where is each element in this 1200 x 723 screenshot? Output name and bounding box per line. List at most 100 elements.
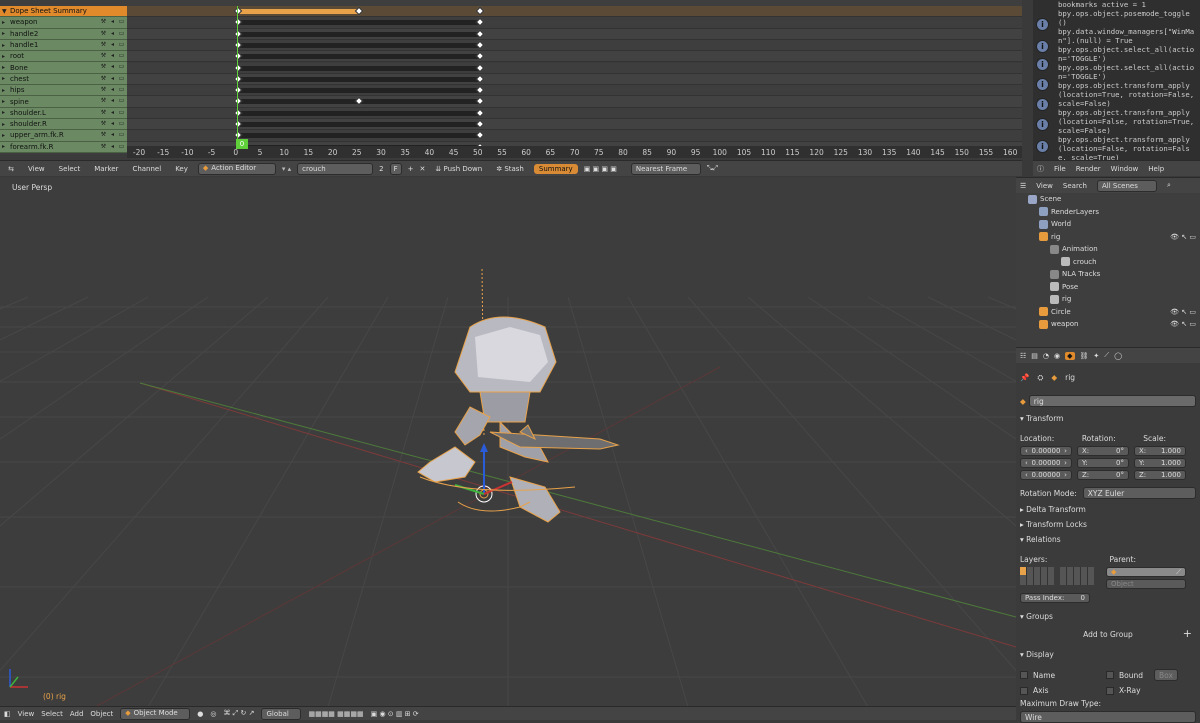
mode-dropdown[interactable]: ◆ Action Editor: [197, 162, 276, 175]
dope-sheet-editor[interactable]: ▼ Dope Sheet Summary ▸ weapon ⚒ ◂ ▭ ▸ handle2 ⚒…: [0, 0, 1022, 160]
channel-toggle-icons[interactable]: ⚒ ◂ ▭: [100, 18, 125, 26]
outliner-tree[interactable]: Scene RenderLayers World rig 👁 ↖ ▭ Animation c…: [1016, 193, 1200, 347]
channel-toggle-icons[interactable]: ⚒ ◂ ▭: [100, 63, 125, 71]
menu-view[interactable]: View: [24, 164, 49, 174]
keyframe-row[interactable]: [127, 85, 1022, 97]
action-name-field[interactable]: crouch: [297, 162, 374, 175]
current-frame-line[interactable]: [237, 6, 238, 154]
add-group-plus-icon[interactable]: +: [1183, 627, 1192, 640]
filter-icons[interactable]: ▣ ▣ ▣ ▣: [584, 165, 617, 173]
menu-marker[interactable]: Marker: [90, 164, 122, 174]
outliner-item[interactable]: weapon 👁 ↖ ▭: [1016, 318, 1200, 331]
outliner-item[interactable]: rig: [1016, 293, 1200, 306]
expand-triangle-icon[interactable]: ▸: [2, 42, 10, 49]
outliner-item[interactable]: Circle 👁 ↖ ▭: [1016, 306, 1200, 319]
layer-buttons[interactable]: ▦▦▦▦ ▦▦▦▦: [308, 710, 363, 718]
channel-row[interactable]: ▸ spine ⚒ ◂ ▭: [0, 96, 127, 108]
keyframe-row[interactable]: [127, 119, 1022, 131]
shading-icon[interactable]: ●: [197, 710, 203, 718]
channel-toggle-icons[interactable]: ⚒ ◂ ▭: [100, 109, 125, 117]
3d-viewport[interactable]: User Persp (0) rig: [0, 177, 1016, 707]
data-tab-icon[interactable]: ✦: [1093, 352, 1099, 360]
bone-tab-icon[interactable]: ⟋: [1104, 351, 1109, 360]
scale-y[interactable]: Y: 1.000: [1134, 458, 1186, 468]
channel-toggle-icons[interactable]: ⚒ ◂ ▭: [100, 86, 125, 94]
menu-help[interactable]: Help: [1148, 165, 1164, 173]
menu-key[interactable]: Key: [171, 164, 192, 174]
channel-toggle-icons[interactable]: ⚒ ◂ ▭: [100, 120, 125, 128]
expand-triangle-icon[interactable]: ▸: [2, 30, 10, 37]
constraints-tab-icon[interactable]: ⛓: [1080, 352, 1089, 360]
world-tab-icon[interactable]: ◉: [1054, 352, 1060, 360]
properties-editor[interactable]: ☷ ▤ ◔ ◉ ◆ ⛓ ✦ ⟋ ◯ 📌 ⛭ ◆ rig ◆ rig ▾ Tran…: [1016, 347, 1200, 723]
scale-x[interactable]: X: 1.000: [1134, 446, 1186, 456]
channel-toggle-icons[interactable]: ⚒ ◂ ▭: [100, 97, 125, 105]
manipulator-icons[interactable]: ⌘ ⤢ ↻ ↗: [223, 709, 254, 718]
outliner-item[interactable]: crouch: [1016, 256, 1200, 269]
location-x[interactable]: ‹ 0.00000 ›: [1020, 446, 1072, 456]
keyframe-row[interactable]: [127, 96, 1022, 108]
expand-triangle-icon[interactable]: ▸: [2, 53, 10, 60]
channel-row[interactable]: ▸ upper_arm.fk.R ⚒ ◂ ▭: [0, 130, 127, 142]
unlink-action-icon[interactable]: ✕: [420, 165, 426, 173]
channel-list[interactable]: ▼ Dope Sheet Summary ▸ weapon ⚒ ◂ ▭ ▸ handle2 ⚒…: [0, 6, 127, 154]
editor-type-icon[interactable]: ⇆: [4, 165, 18, 173]
outliner-item[interactable]: NLA Tracks: [1016, 268, 1200, 281]
channel-summary[interactable]: ▼ Dope Sheet Summary: [0, 6, 127, 18]
channel-row[interactable]: ▸ handle2 ⚒ ◂ ▭: [0, 28, 127, 40]
keyframe-area[interactable]: [127, 6, 1022, 154]
channel-row[interactable]: ▸ forearm.fk.R ⚒ ◂ ▭: [0, 141, 127, 153]
keyframe-row[interactable]: [127, 107, 1022, 119]
visibility-icons[interactable]: 👁 ↖ ▭: [1170, 233, 1200, 241]
menu-vp-add[interactable]: Add: [70, 710, 84, 718]
expand-triangle-icon[interactable]: ▸: [2, 143, 10, 150]
parent-field[interactable]: ◆ ⟋: [1106, 567, 1186, 577]
rotation-z[interactable]: Z: 0°: [1077, 470, 1129, 480]
rotation-y[interactable]: Y: 0°: [1077, 458, 1129, 468]
pass-index-field[interactable]: Pass Index: 0: [1020, 593, 1090, 603]
outliner-item[interactable]: RenderLayers: [1016, 206, 1200, 219]
channel-row[interactable]: ▸ chest ⚒ ◂ ▭: [0, 73, 127, 86]
menu-outliner-view[interactable]: View: [1036, 182, 1053, 190]
visibility-icons[interactable]: 👁 ↖ ▭: [1170, 320, 1200, 328]
pivot-icon[interactable]: ◎: [210, 710, 216, 718]
arrows-icon[interactable]: ▾ ▴: [282, 165, 291, 173]
expand-triangle-icon[interactable]: ▸: [2, 109, 10, 116]
expand-triangle-icon[interactable]: ▸: [2, 75, 10, 82]
keyframe-row[interactable]: [127, 73, 1022, 86]
info-editor-icon[interactable]: ⓘ: [1037, 164, 1044, 174]
menu-render[interactable]: Render: [1076, 165, 1101, 173]
menu-channel[interactable]: Channel: [128, 164, 165, 174]
outliner-editor-icon[interactable]: ☰: [1020, 182, 1026, 190]
xray-checkbox[interactable]: X-Ray: [1106, 686, 1192, 695]
menu-vp-view[interactable]: View: [18, 710, 35, 718]
snap-dropdown[interactable]: Nearest Frame: [630, 162, 701, 175]
name-checkbox[interactable]: Name: [1020, 669, 1106, 681]
keyframe-row[interactable]: [127, 6, 1022, 18]
outliner-item[interactable]: rig 👁 ↖ ▭: [1016, 231, 1200, 244]
rotation-mode-dropdown[interactable]: XYZ Euler: [1082, 487, 1196, 499]
current-frame-indicator[interactable]: 0: [236, 139, 248, 149]
channel-row[interactable]: ▸ handle1 ⚒ ◂ ▭: [0, 39, 127, 52]
display-header[interactable]: ▾ Display: [1020, 650, 1196, 659]
scale-z[interactable]: Z: 1.000: [1134, 470, 1186, 480]
rotation-x[interactable]: X: 0°: [1077, 446, 1129, 456]
stash-button[interactable]: ✲ Stash: [492, 164, 528, 174]
location-z[interactable]: ‹ 0.00000 ›: [1020, 470, 1072, 480]
channel-toggle-icons[interactable]: ⚒ ◂ ▭: [100, 52, 125, 60]
transform-panel-header[interactable]: ▾ Transform: [1020, 414, 1196, 423]
search-icon[interactable]: ⌕: [1167, 181, 1171, 190]
orientation-dropdown[interactable]: Global: [261, 707, 302, 720]
outliner-item[interactable]: World: [1016, 218, 1200, 231]
new-action-icon[interactable]: +: [408, 165, 414, 173]
keyframe-row[interactable]: [127, 17, 1022, 29]
layers-grid[interactable]: ◆ ⟋ Object: [1020, 567, 1196, 589]
channel-row[interactable]: ▸ hips ⚒ ◂ ▭: [0, 85, 127, 97]
object-name-field[interactable]: rig: [1028, 395, 1196, 407]
expand-triangle-icon[interactable]: ▸: [2, 64, 10, 71]
pin-icon[interactable]: 📌: [1020, 373, 1029, 383]
fake-user-button[interactable]: F: [389, 162, 402, 175]
keyframe[interactable]: [475, 6, 485, 16]
keyframe-row[interactable]: [127, 130, 1022, 142]
frame-ruler[interactable]: -20 -15 -10 -5 0 5 10 15 20 25 30 35 40 45 50 55 60 65 70 7…: [127, 146, 1022, 158]
